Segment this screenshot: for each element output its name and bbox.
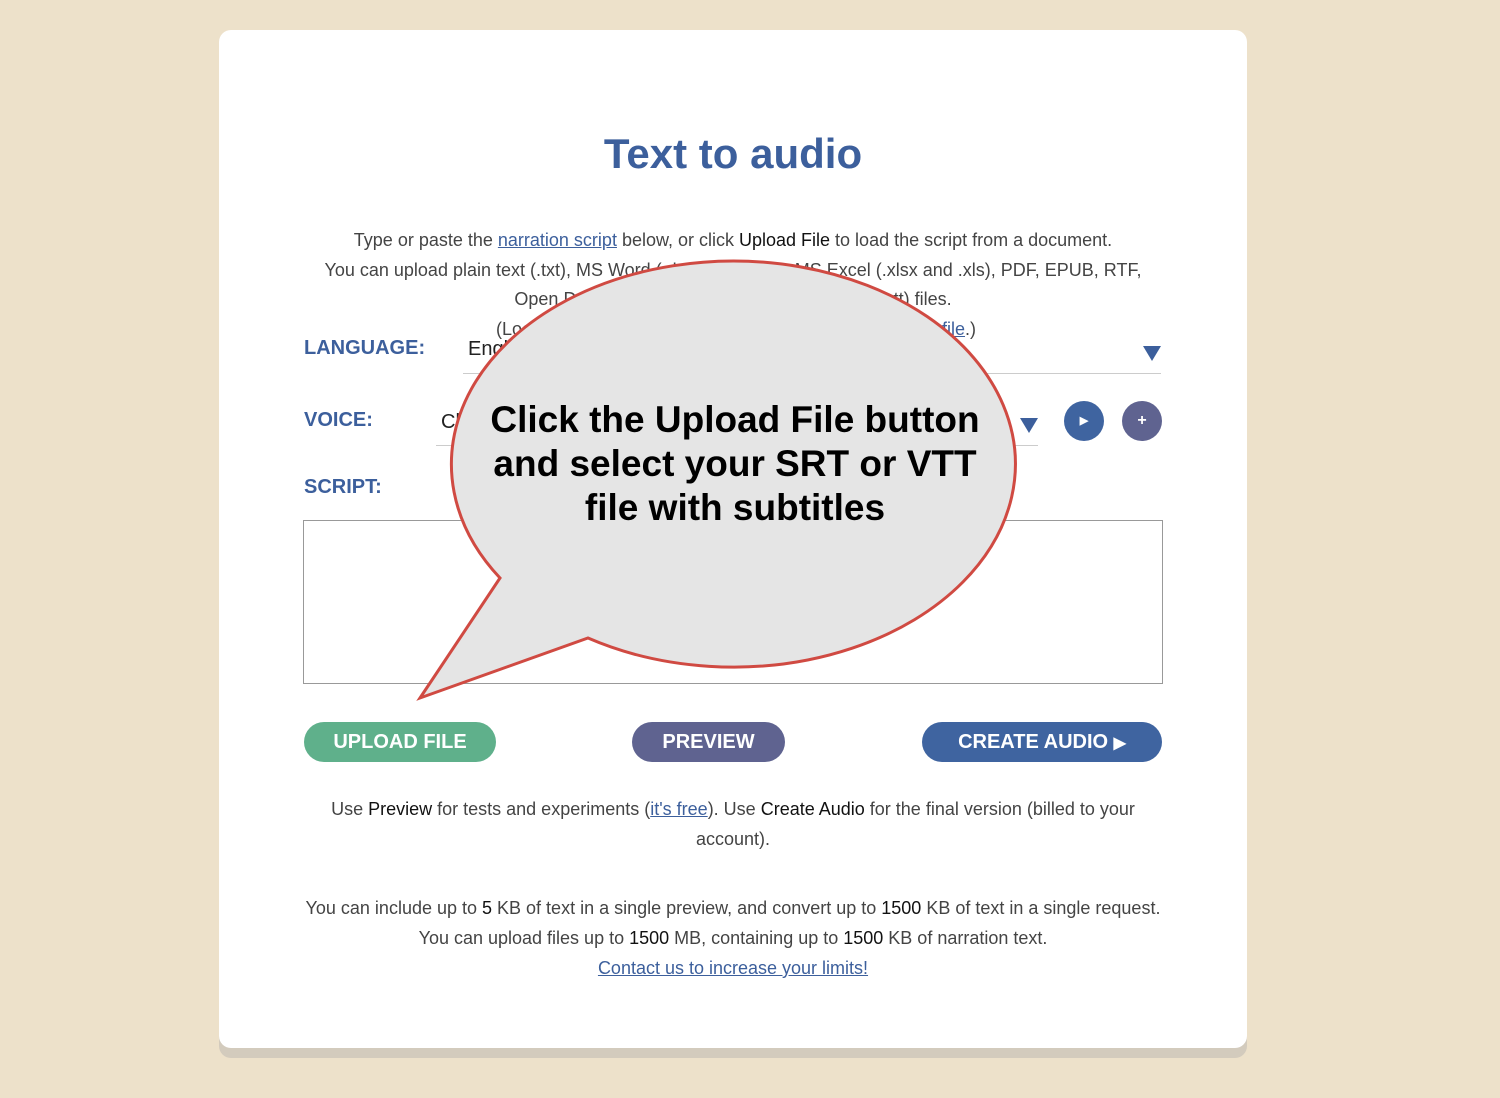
callout-bubble	[416, 259, 1017, 701]
callout-text: Click the Upload File button and select …	[490, 399, 980, 528]
